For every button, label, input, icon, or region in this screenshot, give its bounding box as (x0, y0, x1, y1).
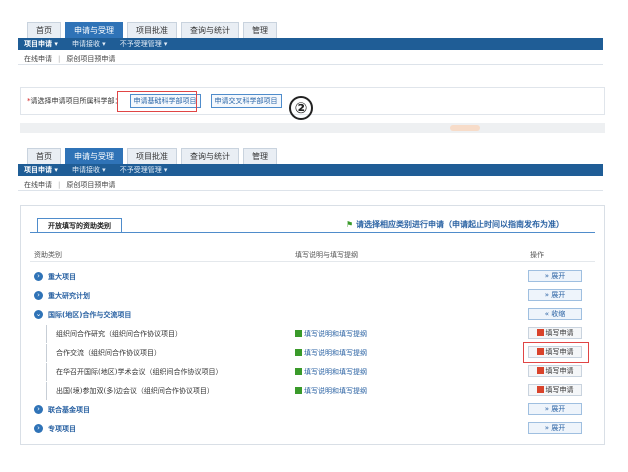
subcategory-name: 在华召开国际(地区)学术会议（组织间合作协议项目） (56, 368, 223, 376)
flag-icon: ⚑ (346, 220, 354, 229)
tab-manage-2[interactable]: 管理 (243, 148, 277, 164)
cross-science-button[interactable]: 申请交叉科学部项目 (210, 94, 282, 108)
tab-manage[interactable]: 管理 (243, 22, 277, 38)
tree-line (46, 344, 47, 362)
tab-home-2[interactable]: 首页 (27, 148, 61, 164)
expand-button[interactable]: » 展开 (528, 289, 582, 301)
highlight-box-basic (117, 91, 197, 112)
fill-apply-button[interactable]: 填写申请 (528, 384, 582, 396)
notice-label: 请选择相应类别进行申请（申请起止时间以指南发布为准） (355, 220, 564, 229)
breadcrumb-2: 在线申请 | 原创项目预申请 (18, 179, 603, 191)
subcategory-name: 出国(境)参加双(多)边会议（组织间合作协议项目） (56, 387, 214, 395)
expand-bullet-icon[interactable]: › (34, 291, 43, 300)
tab-home[interactable]: 首页 (27, 22, 61, 38)
edit-icon (536, 386, 544, 393)
tab-query-2[interactable]: 查询与统计 (181, 148, 239, 164)
decorative-smudge (450, 125, 480, 131)
divider-band (20, 123, 605, 133)
panel-tab-underline (30, 232, 595, 233)
subnav-receive-2[interactable]: 申请接收 ▾ (72, 165, 106, 175)
table-row: ⌄ 国际(地区)合作与交流项目 « 收缩 (30, 306, 595, 324)
tree-line (46, 325, 47, 343)
tab-approval[interactable]: 项目批准 (127, 22, 177, 38)
table-row: › 重大项目 » 展开 (30, 268, 595, 286)
category-name: 专项项目 (48, 425, 76, 433)
breadcrumb-preapply[interactable]: 原创项目预申请 (66, 54, 115, 64)
subnav-project-apply[interactable]: 项目申请 ▾ (24, 39, 58, 49)
edit-icon (536, 329, 544, 336)
table-row: 出国(境)参加双(多)边会议（组织间合作协议项目） 填写说明和填写提纲 填写申请 (30, 382, 595, 400)
breadcrumb-1: 在线申请 | 原创项目预申请 (18, 53, 603, 65)
tab-apply[interactable]: 申请与受理 (65, 22, 123, 38)
guide-link[interactable]: 填写说明和填写提纲 (295, 367, 367, 377)
expand-button[interactable]: » 展开 (528, 422, 582, 434)
category-name: 重大项目 (48, 273, 76, 281)
table-row: 在华召开国际(地区)学术会议（组织间合作协议项目） 填写说明和填写提纲 填写申请 (30, 363, 595, 381)
table-row: › 专项项目 » 展开 (30, 420, 595, 438)
document-icon (295, 330, 302, 337)
category-name: 国际(地区)合作与交流项目 (48, 311, 132, 319)
tree-line (46, 382, 47, 400)
header-guide: 填写说明与填写提纲 (295, 251, 358, 259)
sub-nav-2: 项目申请 ▾ 申请接收 ▾ 不予受理管理 ▾ (18, 164, 603, 176)
breadcrumb-online-2[interactable]: 在线申请 (24, 180, 52, 190)
document-icon (295, 368, 302, 375)
header-category: 资助类别 (34, 251, 62, 259)
category-name: 联合基金项目 (48, 406, 90, 414)
subnav-receive[interactable]: 申请接收 ▾ (72, 39, 106, 49)
notice-text: ⚑ 请选择相应类别进行申请（申请起止时间以指南发布为准） (346, 219, 564, 230)
table-row: › 重大研究计划 » 展开 (30, 287, 595, 305)
breadcrumb-online[interactable]: 在线申请 (24, 54, 52, 64)
guide-link[interactable]: 填写说明和填写提纲 (295, 329, 367, 339)
fill-apply-button[interactable]: 填写申请 (528, 327, 582, 339)
sub-nav-1: 项目申请 ▾ 申请接收 ▾ 不予受理管理 ▾ (18, 38, 603, 50)
subnav-reject-2[interactable]: 不予受理管理 ▾ (120, 165, 168, 175)
tree-line (46, 363, 47, 381)
collapse-bullet-icon[interactable]: ⌄ (34, 310, 43, 319)
tab-apply-2[interactable]: 申请与受理 (65, 148, 123, 164)
subnav-reject[interactable]: 不予受理管理 ▾ (120, 39, 168, 49)
edit-icon (536, 367, 544, 374)
panel-tab-open-categories[interactable]: 开放填写的资助类别 (37, 218, 122, 233)
expand-button[interactable]: » 展开 (528, 403, 582, 415)
collapse-button[interactable]: « 收缩 (528, 308, 582, 320)
header-action: 操作 (530, 251, 544, 259)
fill-apply-button[interactable]: 填写申请 (528, 365, 582, 377)
top-nav-2: 首页 申请与受理 项目批准 查询与统计 管理 (27, 148, 277, 164)
document-icon (295, 387, 302, 394)
guide-link[interactable]: 填写说明和填写提纲 (295, 386, 367, 396)
top-nav-1: 首页 申请与受理 项目批准 查询与统计 管理 (27, 22, 277, 38)
step-marker: ② (289, 96, 313, 120)
breadcrumb-preapply-2[interactable]: 原创项目预申请 (66, 180, 115, 190)
document-icon (295, 349, 302, 356)
subcategory-name: 合作交流（组织间合作协议项目） (56, 349, 161, 357)
expand-bullet-icon[interactable]: › (34, 272, 43, 281)
tab-approval-2[interactable]: 项目批准 (127, 148, 177, 164)
subcategory-name: 组织间合作研究（组织间合作协议项目） (56, 330, 182, 338)
category-name: 重大研究计划 (48, 292, 90, 300)
expand-bullet-icon[interactable]: › (34, 405, 43, 414)
expand-button[interactable]: » 展开 (528, 270, 582, 282)
highlight-box-apply (523, 342, 589, 363)
table-header: 资助类别 填写说明与填写提纲 操作 (30, 247, 595, 262)
table-row: 组织间合作研究（组织间合作协议项目） 填写说明和填写提纲 填写申请 (30, 325, 595, 343)
guide-link[interactable]: 填写说明和填写提纲 (295, 348, 367, 358)
table-row: 合作交流（组织间合作协议项目） 填写说明和填写提纲 填写申请 (30, 344, 595, 362)
department-prompt: 请选择申请项目所属科学部： (30, 97, 122, 105)
subnav-project-apply-2[interactable]: 项目申请 ▾ (24, 165, 58, 175)
table-row: › 联合基金项目 » 展开 (30, 401, 595, 419)
tab-query[interactable]: 查询与统计 (181, 22, 239, 38)
expand-bullet-icon[interactable]: › (34, 424, 43, 433)
